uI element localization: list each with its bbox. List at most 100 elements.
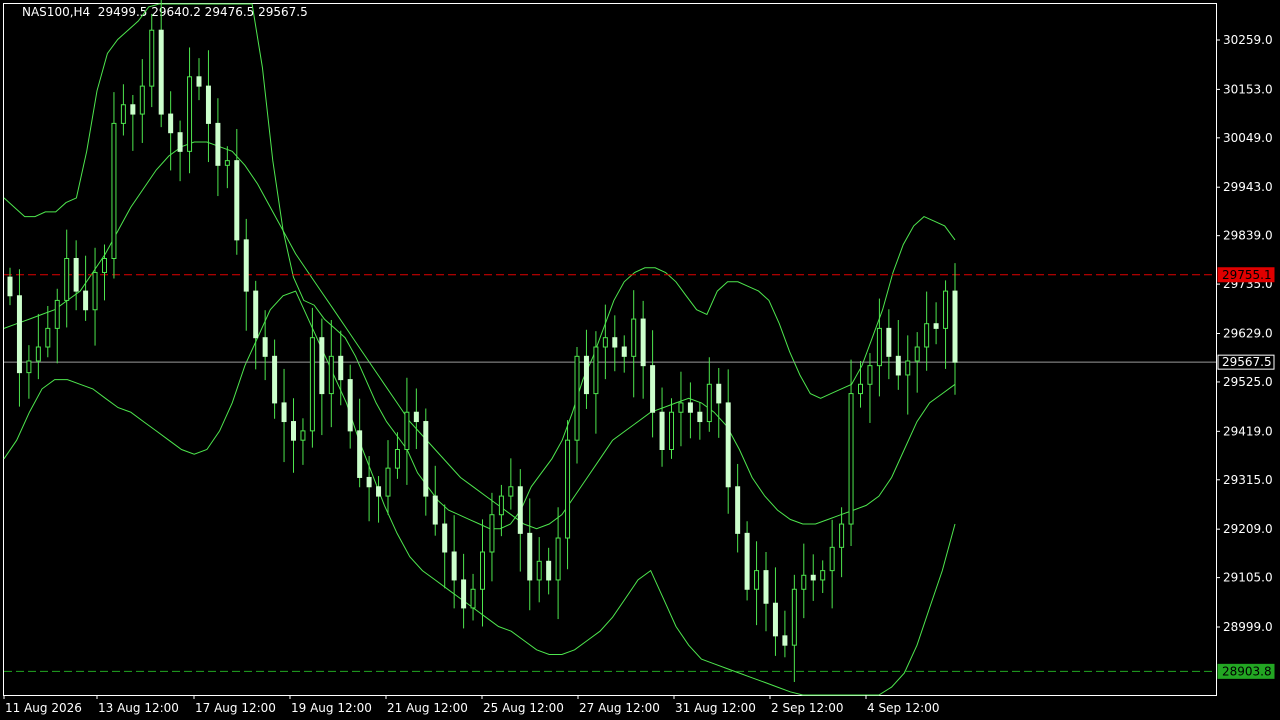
candle[interactable] bbox=[716, 367, 722, 438]
candle[interactable] bbox=[943, 280, 949, 369]
candle[interactable] bbox=[385, 440, 391, 515]
candle[interactable] bbox=[64, 229, 70, 328]
candle[interactable] bbox=[196, 58, 202, 101]
candle[interactable] bbox=[83, 255, 89, 321]
candle[interactable] bbox=[612, 315, 618, 372]
candle[interactable] bbox=[791, 574, 797, 682]
candle[interactable] bbox=[706, 357, 712, 432]
candle[interactable] bbox=[16, 269, 22, 407]
candle[interactable] bbox=[839, 507, 845, 578]
candle[interactable] bbox=[187, 47, 193, 174]
candle[interactable] bbox=[73, 240, 79, 311]
candle[interactable] bbox=[7, 267, 13, 306]
candle[interactable] bbox=[130, 94, 136, 151]
candle[interactable] bbox=[158, 0, 164, 128]
candle[interactable] bbox=[650, 330, 656, 438]
candle[interactable] bbox=[631, 290, 637, 398]
candle[interactable] bbox=[754, 541, 760, 626]
candle[interactable] bbox=[35, 313, 41, 380]
candle[interactable] bbox=[933, 302, 939, 345]
candle[interactable] bbox=[394, 432, 400, 479]
candle[interactable] bbox=[243, 218, 249, 331]
candle[interactable] bbox=[527, 498, 533, 611]
candle[interactable] bbox=[725, 369, 731, 514]
candle[interactable] bbox=[272, 339, 278, 419]
candle[interactable] bbox=[867, 353, 873, 423]
candle[interactable] bbox=[111, 92, 117, 279]
candle[interactable] bbox=[924, 291, 930, 371]
candle[interactable] bbox=[470, 573, 476, 621]
candle[interactable] bbox=[565, 420, 571, 570]
candle[interactable] bbox=[952, 263, 958, 395]
candle[interactable] bbox=[810, 554, 816, 601]
candle[interactable] bbox=[253, 280, 259, 370]
candlestick-chart[interactable]: 30259.030153.030049.029943.029839.029735… bbox=[0, 0, 1280, 720]
candle[interactable] bbox=[517, 469, 523, 572]
candle[interactable] bbox=[621, 335, 627, 373]
candle-body-bull bbox=[508, 486, 514, 497]
candle[interactable] bbox=[687, 382, 693, 439]
candle[interactable] bbox=[177, 120, 183, 182]
candle[interactable] bbox=[640, 300, 646, 399]
candle[interactable] bbox=[215, 98, 221, 197]
candle[interactable] bbox=[26, 345, 32, 399]
candle[interactable] bbox=[659, 387, 665, 467]
candle[interactable] bbox=[281, 368, 287, 463]
candle[interactable] bbox=[404, 377, 410, 485]
candle[interactable] bbox=[291, 398, 296, 473]
candle[interactable] bbox=[328, 319, 334, 428]
candle[interactable] bbox=[300, 418, 306, 465]
candle[interactable] bbox=[432, 465, 438, 536]
candle-body-bear bbox=[73, 257, 79, 292]
candle[interactable] bbox=[895, 319, 901, 390]
candle[interactable] bbox=[224, 146, 230, 189]
candle[interactable] bbox=[508, 458, 514, 510]
candle[interactable] bbox=[366, 456, 372, 522]
candle[interactable] bbox=[413, 388, 419, 450]
candle[interactable] bbox=[92, 247, 98, 346]
candle[interactable] bbox=[423, 408, 429, 516]
candle[interactable] bbox=[574, 347, 580, 464]
candle[interactable] bbox=[442, 504, 448, 589]
candle[interactable] bbox=[669, 398, 674, 459]
candle[interactable] bbox=[480, 519, 485, 627]
candle[interactable] bbox=[782, 610, 788, 658]
candle[interactable] bbox=[858, 360, 863, 408]
candle[interactable] bbox=[593, 331, 599, 434]
candle[interactable] bbox=[697, 402, 703, 440]
candle[interactable] bbox=[149, 13, 155, 108]
candle[interactable] bbox=[583, 329, 589, 409]
candle[interactable] bbox=[829, 519, 835, 609]
candle[interactable] bbox=[536, 537, 542, 603]
candle[interactable] bbox=[45, 306, 51, 358]
candle-body-bear bbox=[272, 355, 278, 404]
candle[interactable] bbox=[744, 521, 750, 601]
candle[interactable] bbox=[678, 371, 684, 447]
candle[interactable] bbox=[347, 364, 353, 449]
candle[interactable] bbox=[546, 547, 552, 595]
candle[interactable] bbox=[848, 359, 854, 546]
candle[interactable] bbox=[319, 318, 325, 436]
candle[interactable] bbox=[461, 553, 467, 629]
candle[interactable] bbox=[54, 288, 60, 364]
candle[interactable] bbox=[309, 307, 315, 448]
candle[interactable] bbox=[735, 463, 741, 553]
candle[interactable] bbox=[489, 492, 495, 582]
candle[interactable] bbox=[376, 476, 382, 523]
candle[interactable] bbox=[139, 59, 145, 143]
candle[interactable] bbox=[772, 567, 778, 656]
candle[interactable] bbox=[234, 128, 240, 255]
candle[interactable] bbox=[602, 304, 608, 380]
candle[interactable] bbox=[120, 84, 126, 136]
candle[interactable] bbox=[820, 560, 826, 593]
candle[interactable] bbox=[262, 310, 268, 381]
candle[interactable] bbox=[763, 551, 769, 632]
candle[interactable] bbox=[168, 91, 174, 171]
candle[interactable] bbox=[886, 309, 892, 380]
candle[interactable] bbox=[905, 335, 911, 415]
candle[interactable] bbox=[555, 507, 561, 620]
candle[interactable] bbox=[801, 543, 807, 619]
candle[interactable] bbox=[205, 50, 211, 163]
candle[interactable] bbox=[357, 398, 363, 488]
candle-body-bull bbox=[820, 570, 826, 581]
